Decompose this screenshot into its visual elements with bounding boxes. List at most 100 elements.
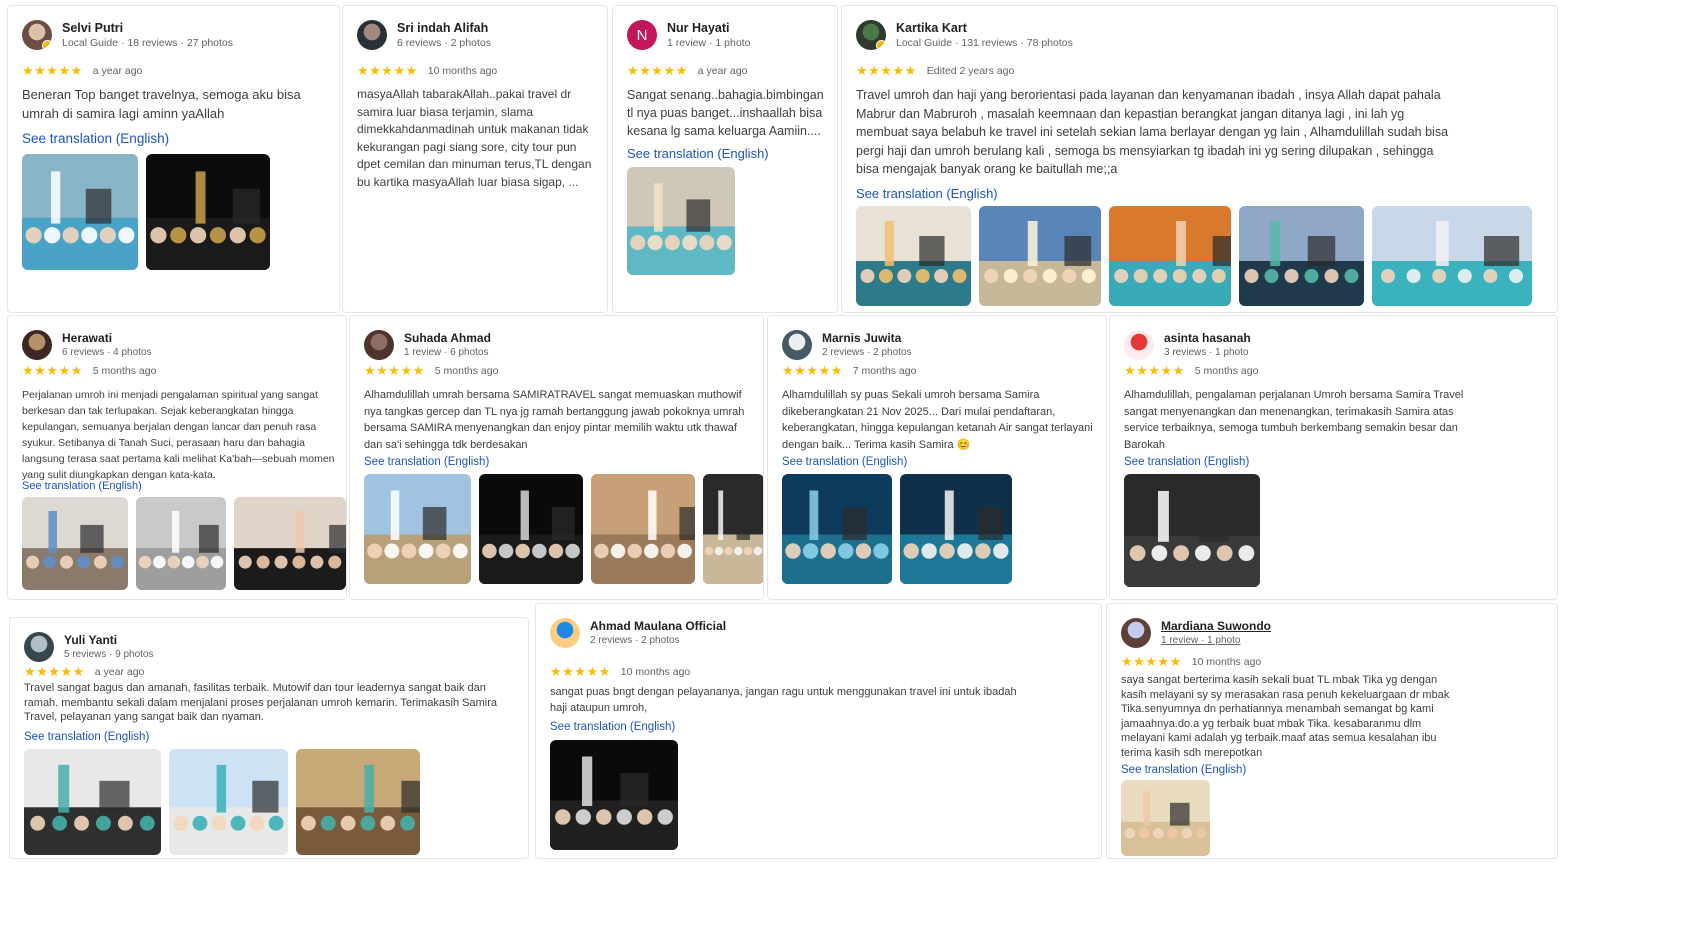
- reviewer-header: Selvi Putri Local Guide · 18 reviews · 27…: [22, 20, 233, 50]
- reviewer-name[interactable]: Herawati: [62, 331, 152, 346]
- reviewer-meta: 5 reviews · 9 photos: [64, 648, 154, 660]
- see-translation-link[interactable]: See translation (English): [782, 456, 907, 468]
- see-translation-link[interactable]: See translation (English): [364, 456, 489, 468]
- avatar[interactable]: [24, 632, 54, 662]
- reviewer-name[interactable]: Sri indah Alifah: [397, 21, 491, 36]
- review-text: saya sangat berterima kasih sekali buat …: [1121, 674, 1450, 759]
- reviewer-name[interactable]: Kartika Kart: [896, 21, 1073, 36]
- rating-row: ★★★★★ 10 months ago: [357, 63, 497, 79]
- review-photo[interactable]: [364, 474, 471, 584]
- reviewer-name[interactable]: Yuli Yanti: [64, 633, 154, 648]
- reviewer-info: Sri indah Alifah 6 reviews · 2 photos: [397, 21, 491, 50]
- reviewer-info: Kartika Kart Local Guide · 131 reviews · …: [896, 21, 1073, 50]
- reviews-grid: Selvi Putri Local Guide · 18 reviews · 27…: [0, 0, 1692, 930]
- review-photo[interactable]: [1372, 206, 1532, 306]
- review-card: Selvi Putri Local Guide · 18 reviews · 27…: [7, 5, 340, 313]
- reviewer-meta: 1 review · 1 photo: [1161, 634, 1241, 646]
- avatar[interactable]: [357, 20, 387, 50]
- review-photo[interactable]: [479, 474, 583, 584]
- review-photo[interactable]: [627, 167, 735, 275]
- review-text: Alhamdulillah, pengalaman perjalanan Umr…: [1124, 389, 1464, 451]
- review-photo[interactable]: [856, 206, 971, 306]
- see-translation-link[interactable]: See translation (English): [627, 146, 769, 161]
- reviewer-header: Kartika Kart Local Guide · 131 reviews · …: [856, 20, 1073, 50]
- reviewer-header: asinta hasanah 3 reviews · 1 photo: [1124, 330, 1251, 360]
- review-photo[interactable]: [900, 474, 1012, 584]
- review-photos: [856, 206, 1532, 306]
- review-time: a year ago: [697, 65, 748, 77]
- review-card: Herawati 6 reviews · 4 photos ★★★★★ 5 month…: [7, 315, 347, 600]
- reviewer-info: Marnis Juwita 2 reviews · 2 photos: [822, 331, 912, 360]
- rating-stars: ★★★★★: [1121, 654, 1182, 669]
- review-time: Edited 2 years ago: [926, 65, 1015, 77]
- review-photo[interactable]: [234, 497, 346, 590]
- avatar[interactable]: [364, 330, 394, 360]
- avatar-initial: N: [636, 26, 648, 44]
- review-photo[interactable]: [979, 206, 1101, 306]
- see-translation-link[interactable]: See translation (English): [856, 186, 998, 201]
- reviewer-header: Herawati 6 reviews · 4 photos: [22, 330, 152, 360]
- review-photo[interactable]: [782, 474, 892, 584]
- avatar[interactable]: [1124, 330, 1154, 360]
- see-translation-link[interactable]: See translation (English): [1124, 456, 1249, 468]
- see-translation-link[interactable]: See translation (English): [22, 480, 142, 492]
- review-photo[interactable]: [136, 497, 226, 590]
- reviewer-info: Suhada Ahmad 1 review · 6 photos: [404, 331, 491, 360]
- reviewer-meta: 6 reviews · 4 photos: [62, 346, 152, 358]
- rating-stars: ★★★★★: [782, 363, 843, 378]
- reviewer-name[interactable]: asinta hasanah: [1164, 331, 1251, 346]
- review-time: 5 months ago: [92, 365, 157, 377]
- review-photo[interactable]: [22, 154, 138, 270]
- reviewer-meta: 1 review · 1 photo: [667, 36, 751, 49]
- review-photo[interactable]: [1239, 206, 1364, 306]
- reviewer-meta: 3 reviews · 1 photo: [1164, 346, 1249, 358]
- rating-row: ★★★★★ 5 months ago: [364, 363, 498, 379]
- review-text: Travel umroh dan haji yang berorientasi …: [856, 88, 1449, 176]
- reviewer-name[interactable]: Marnis Juwita: [822, 331, 912, 346]
- review-photos: [1121, 780, 1210, 856]
- review-text: Perjalanan umroh ini menjadi pengalaman …: [22, 389, 335, 481]
- reviewer-name[interactable]: Suhada Ahmad: [404, 331, 491, 346]
- rating-stars: ★★★★★: [22, 63, 83, 78]
- review-photo[interactable]: [1121, 780, 1210, 856]
- review-card: N Nur Hayati 1 review · 1 photo ★★★★★ a year…: [612, 5, 838, 313]
- reviewer-info: Ahmad Maulana Official 2 reviews · 2 phot…: [590, 619, 726, 648]
- avatar[interactable]: [782, 330, 812, 360]
- reviewer-name[interactable]: Nur Hayati: [667, 21, 750, 36]
- reviewer-name[interactable]: Ahmad Maulana Official: [590, 619, 726, 634]
- review-photo[interactable]: [22, 497, 128, 590]
- review-photos: [364, 474, 763, 584]
- review-card: asinta hasanah 3 reviews · 1 photo ★★★★★ 5 …: [1109, 315, 1558, 600]
- review-card: Yuli Yanti 5 reviews · 9 photos ★★★★★ a yea…: [9, 617, 529, 859]
- reviewer-name[interactable]: Selvi Putri: [62, 21, 233, 36]
- review-photo[interactable]: [1124, 474, 1260, 587]
- reviewer-header: Suhada Ahmad 1 review · 6 photos: [364, 330, 491, 360]
- review-photos: [1124, 474, 1260, 587]
- review-card: Ahmad Maulana Official 2 reviews · 2 phot…: [535, 603, 1102, 859]
- see-translation-link[interactable]: See translation (English): [22, 131, 169, 146]
- avatar[interactable]: [550, 618, 580, 648]
- review-photo[interactable]: [591, 474, 695, 584]
- review-photo[interactable]: [146, 154, 270, 270]
- see-translation-link[interactable]: See translation (English): [1121, 764, 1246, 776]
- review-photo[interactable]: [703, 474, 763, 584]
- review-photo[interactable]: [550, 740, 678, 850]
- reviewer-meta: 6 reviews · 2 photos: [397, 36, 491, 49]
- reviewer-name[interactable]: Mardiana Suwondo: [1161, 619, 1271, 634]
- avatar[interactable]: [1121, 618, 1151, 648]
- avatar[interactable]: [22, 20, 52, 50]
- avatar[interactable]: [22, 330, 52, 360]
- avatar[interactable]: N: [627, 20, 657, 50]
- see-translation-link[interactable]: See translation (English): [24, 731, 149, 743]
- review-time: 10 months ago: [427, 65, 498, 77]
- review-photo[interactable]: [169, 749, 288, 855]
- reviewer-meta: Local Guide · 131 reviews · 78 photos: [896, 36, 1073, 49]
- review-card: Suhada Ahmad 1 review · 6 photos ★★★★★ 5 mo…: [349, 315, 764, 600]
- review-photo[interactable]: [1109, 206, 1231, 306]
- reviewer-header: Mardiana Suwondo 1 review · 1 photo: [1121, 618, 1271, 648]
- reviewer-meta: 2 reviews · 2 photos: [822, 346, 912, 358]
- review-photo[interactable]: [24, 749, 161, 855]
- avatar[interactable]: [856, 20, 886, 50]
- see-translation-link[interactable]: See translation (English): [550, 721, 675, 733]
- review-photo[interactable]: [296, 749, 420, 855]
